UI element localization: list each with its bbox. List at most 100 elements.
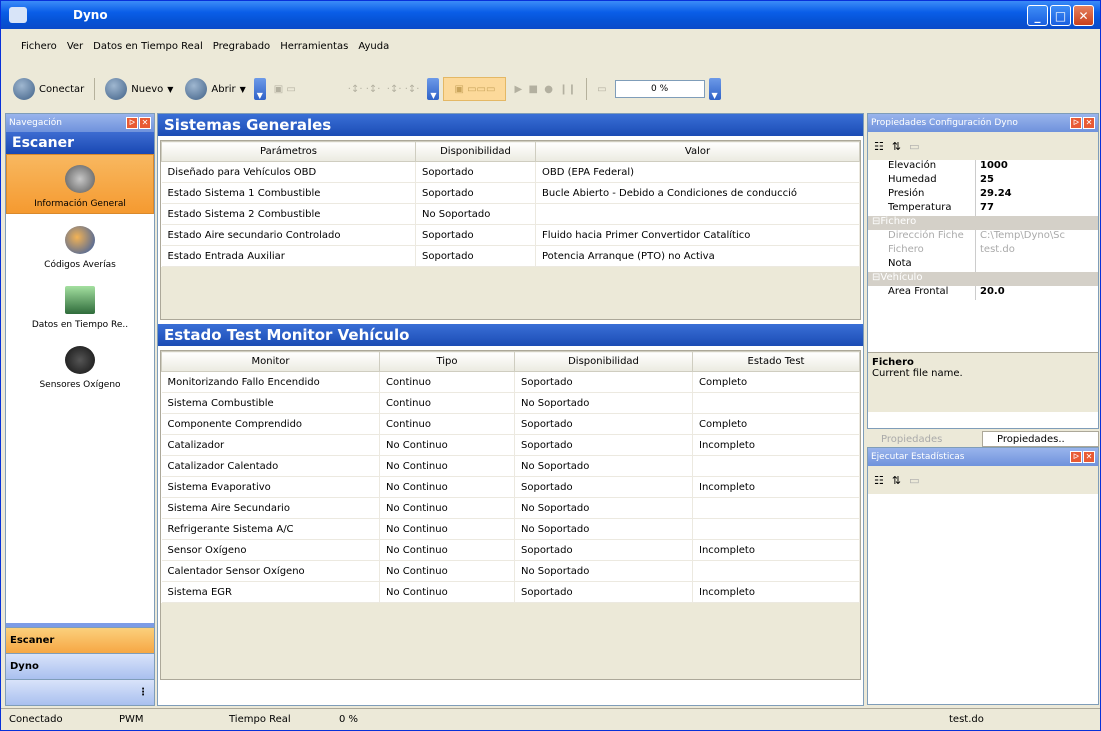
zoom-tool-icons[interactable]: ·↕· ·↕· ·↕· ·↕· [344, 77, 424, 101]
sort-az-icon[interactable]: ⇅ [892, 474, 901, 487]
col-monitor[interactable]: Monitor [161, 351, 380, 372]
table-cell: Incompleto [692, 434, 860, 456]
monitor-table: Monitor Tipo Disponibilidad Estado Test Mon… [161, 351, 860, 603]
status-protocol: PWM [119, 714, 144, 725]
status-progress: 0 % [339, 714, 359, 725]
menu-herramientas[interactable]: Herramientas [280, 41, 348, 57]
nav-item-fault-codes[interactable]: Códigos Averías [6, 214, 154, 274]
property-pages-icon[interactable]: ▭ [909, 474, 919, 487]
table-row[interactable]: Sistema Aire Secundario No Continuo No Sop… [161, 497, 860, 519]
categorized-icon[interactable]: ☷ [874, 474, 884, 487]
table-row[interactable]: Estado Sistema 1 Combustible Soportado Buc… [161, 182, 860, 204]
col-estado-test[interactable]: Estado Test [692, 351, 860, 372]
nav-item-oxygen-sensors[interactable]: Sensores Oxígeno [6, 334, 154, 394]
prop-key: Temperatura [868, 202, 976, 216]
toolbar-overflow-button-3[interactable]: ▼ [708, 78, 721, 100]
close-icon[interactable]: ✕ [1083, 117, 1095, 129]
nav-item-realtime-data[interactable]: Datos en Tiempo Re.. [6, 274, 154, 334]
table-cell: No Soportado [514, 560, 693, 582]
prop-key: Dirección Fiche [868, 230, 976, 244]
toolbar-overflow-button-2[interactable]: ▼ [427, 78, 440, 100]
menu-fichero[interactable]: Fichero [21, 41, 57, 57]
close-icon[interactable]: ✕ [1083, 451, 1095, 463]
nav-bottom-escaner[interactable]: Escaner [6, 627, 154, 653]
tab-propiedades-2[interactable]: Propiedades.. [982, 431, 1099, 447]
nav-more-button[interactable]: ⋮ [6, 679, 154, 705]
nav-item-general-info[interactable]: Información General [6, 154, 154, 214]
new-button[interactable]: Nuevo ▼ [101, 77, 177, 101]
table-cell: Sistema EGR [161, 581, 380, 603]
menu-ver[interactable]: Ver [67, 41, 83, 57]
col-valor[interactable]: Valor [535, 141, 860, 162]
table-cell: Catalizador Calentado [161, 455, 380, 477]
prop-value[interactable]: 20.0 [976, 286, 1005, 300]
table-cell: Estado Sistema 1 Combustible [161, 182, 416, 204]
property-pages-icon[interactable]: ▭ [909, 140, 919, 153]
table-row[interactable]: Componente Comprendido Continuo Soportado C… [161, 413, 860, 435]
tab-propiedades[interactable]: Propiedades [867, 431, 982, 447]
pin-icon[interactable]: ᐅ [126, 117, 138, 129]
table-row[interactable]: Catalizador Calentado No Continuo No Sopor… [161, 455, 860, 477]
col-tipo[interactable]: Tipo [379, 351, 515, 372]
table-row[interactable]: Sistema EGR No Continuo Soportado Incomplet… [161, 581, 860, 603]
table-cell: OBD (EPA Federal) [535, 161, 860, 183]
maximize-button[interactable]: □ [1050, 5, 1071, 26]
menu-pregrabado[interactable]: Pregrabado [213, 41, 270, 57]
disabled-tool-button[interactable]: ▣ ▭ [270, 77, 340, 101]
pin-icon[interactable]: ᐅ [1070, 117, 1082, 129]
pin-icon[interactable]: ᐅ [1070, 451, 1082, 463]
close-icon[interactable]: ✕ [139, 117, 151, 129]
close-button[interactable]: ✕ [1073, 5, 1094, 26]
table-row[interactable]: Sensor Oxígeno No Continuo Soportado Incomp… [161, 539, 860, 561]
table-row[interactable]: Estado Aire secundario Controlado Soporta… [161, 224, 860, 246]
prop-value[interactable]: 25 [976, 174, 994, 188]
prop-value[interactable]: C:\Temp\Dyno\Sc [976, 230, 1065, 244]
open-button[interactable]: Abrir ▼ [181, 77, 249, 101]
menu-bar: Fichero Ver Datos en Tiempo Real Pregrab… [1, 41, 1100, 57]
table-cell: No Soportado [514, 392, 693, 414]
table-cell [692, 497, 860, 519]
prop-key: Humedad [868, 174, 976, 188]
table-row[interactable]: Diseñado para Vehículos OBD Soportado OBD … [161, 161, 860, 183]
minimize-button[interactable]: _ [1027, 5, 1048, 26]
nav-bottom-dyno[interactable]: Dyno [6, 653, 154, 679]
category-vehiculo[interactable]: ⊟ Vehículo [868, 272, 1098, 286]
table-cell [692, 392, 860, 414]
playback-controls[interactable]: ▶ ■ ● ❙❙ [510, 77, 580, 101]
window-title: Dyno [73, 8, 108, 22]
prop-value[interactable]: 1000 [976, 160, 1008, 174]
table-row[interactable]: Calentador Sensor Oxígeno No Continuo No S… [161, 560, 860, 582]
category-fichero[interactable]: ⊟ Fichero [868, 216, 1098, 230]
sort-az-icon[interactable]: ⇅ [892, 140, 901, 153]
capture-button[interactable]: ▣ ▭▭▭ [443, 77, 507, 101]
table-cell: No Continuo [379, 455, 515, 477]
col-parametros[interactable]: Parámetros [161, 141, 416, 162]
app-window: Dyno _ □ ✕ Fichero Ver Datos en Tiempo R… [0, 0, 1101, 731]
monitor-table-container: Monitor Tipo Disponibilidad Estado Test Mon… [160, 350, 861, 680]
table-cell: Soportado [415, 182, 536, 204]
table-row[interactable]: Refrigerante Sistema A/C No Continuo No So… [161, 518, 860, 540]
prop-value[interactable]: 29.24 [976, 188, 1012, 202]
col-disponibilidad[interactable]: Disponibilidad [415, 141, 536, 162]
table-cell: No Soportado [514, 497, 693, 519]
table-cell: Bucle Abierto - Debido a Condiciones de … [535, 182, 860, 204]
prop-value[interactable]: 77 [976, 202, 994, 216]
table-cell: Diseñado para Vehículos OBD [161, 161, 416, 183]
status-file: test.do [949, 714, 984, 725]
table-row[interactable]: Sistema Combustible Continuo No Soportado [161, 392, 860, 414]
menu-datos-tiempo-real[interactable]: Datos en Tiempo Real [93, 41, 203, 57]
table-cell: Monitorizando Fallo Encendido [161, 371, 380, 393]
toolbar-overflow-button[interactable]: ▼ [253, 78, 266, 100]
col-disponibilidad-2[interactable]: Disponibilidad [514, 351, 693, 372]
table-cell [535, 203, 860, 225]
table-row[interactable]: Estado Sistema 2 Combustible No Soportado [161, 203, 860, 225]
menu-ayuda[interactable]: Ayuda [358, 41, 389, 57]
prop-value[interactable]: test.do [976, 244, 1015, 258]
table-row[interactable]: Estado Entrada Auxiliar Soportado Potencia… [161, 245, 860, 267]
table-row[interactable]: Sistema Evaporativo No Continuo Soportado I… [161, 476, 860, 498]
connect-button[interactable]: Conectar [9, 77, 88, 101]
table-row[interactable]: Monitorizando Fallo Encendido Continuo Sop… [161, 371, 860, 393]
prop-value[interactable] [976, 258, 980, 272]
table-row[interactable]: Catalizador No Continuo Soportado Incomplet… [161, 434, 860, 456]
categorized-icon[interactable]: ☷ [874, 140, 884, 153]
